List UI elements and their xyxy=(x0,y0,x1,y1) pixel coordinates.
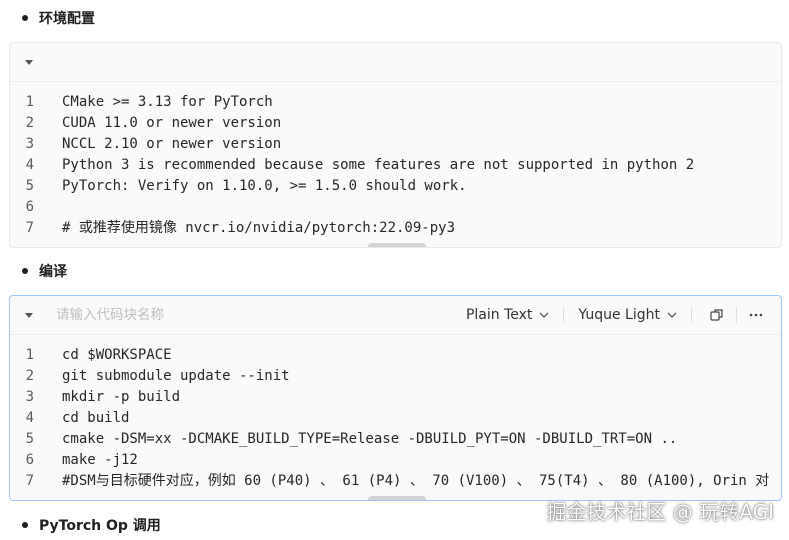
section-heading-build: 编译 xyxy=(22,259,67,283)
line-number: 5 xyxy=(25,431,34,447)
caret-down-icon[interactable] xyxy=(14,43,44,81)
code-text: mkdir -p build xyxy=(62,389,181,405)
code-text: CMake >= 3.13 for PyTorch xyxy=(62,94,273,110)
code-text: Python 3 is recommended because some fea… xyxy=(62,157,695,173)
section-heading-pytorch-op: PyTorch Op 调用 xyxy=(22,513,161,537)
bullet-icon xyxy=(22,522,28,528)
divider xyxy=(691,307,692,323)
chevron-down-icon xyxy=(667,312,677,318)
line-number: 5 xyxy=(25,178,34,194)
line-number: 1 xyxy=(25,94,34,110)
section-title: 环境配置 xyxy=(39,11,95,27)
divider xyxy=(736,307,737,323)
code-line: 2 CUDA 11.0 or newer version xyxy=(10,113,781,134)
code-block-env[interactable]: 1 CMake >= 3.13 for PyTorch 2 CUDA 11.0 or … xyxy=(9,42,782,248)
line-number: 3 xyxy=(25,389,34,405)
code-text: PyTorch: Verify on 1.10.0, >= 1.5.0 shou… xyxy=(62,178,467,194)
line-number: 3 xyxy=(25,136,34,152)
code-line: 6 make -j12 xyxy=(10,450,781,471)
section-title: PyTorch Op 调用 xyxy=(39,518,161,534)
code-body[interactable]: 1 CMake >= 3.13 for PyTorch 2 CUDA 11.0 or … xyxy=(10,82,781,239)
line-number: 4 xyxy=(25,157,34,173)
copy-icon[interactable] xyxy=(704,302,730,328)
code-text: git submodule update --init xyxy=(62,368,290,384)
line-number: 7 xyxy=(25,220,34,236)
section-title: 编译 xyxy=(39,264,67,280)
line-number: 6 xyxy=(25,452,34,468)
language-label: Plain Text xyxy=(465,307,533,323)
code-block-toolbar: Plain Text Yuque Light xyxy=(10,296,781,335)
divider xyxy=(563,307,565,323)
line-number: 6 xyxy=(25,199,34,215)
code-text: CUDA 11.0 or newer version xyxy=(62,115,282,131)
toolbar-actions: Plain Text Yuque Light xyxy=(460,296,781,334)
line-number: 7 xyxy=(25,473,34,489)
line-number: 2 xyxy=(25,115,34,131)
bullet-icon xyxy=(22,268,28,274)
code-block-name-input[interactable] xyxy=(56,307,296,323)
code-line: 7 # 或推荐使用镜像 nvcr.io/nvidia/pytorch:22.09-… xyxy=(10,218,781,239)
code-line: 5 PyTorch: Verify on 1.10.0, >= 1.5.0 sho… xyxy=(10,176,781,197)
code-line: 2 git submodule update --init xyxy=(10,366,781,387)
watermark-text: 掘金技术社区 @ 玩转AGI xyxy=(546,500,774,524)
section-heading-env: 环境配置 xyxy=(22,6,95,30)
code-line: 4 Python 3 is recommended because some fe… xyxy=(10,155,781,176)
language-select[interactable]: Plain Text xyxy=(460,296,555,334)
code-text: cd $WORKSPACE xyxy=(62,347,172,363)
more-dots-icon[interactable] xyxy=(743,302,769,328)
line-number: 1 xyxy=(25,347,34,363)
caret-down-icon[interactable] xyxy=(14,296,44,334)
code-body[interactable]: 1 cd $WORKSPACE 2 git submodule update --in… xyxy=(10,335,781,492)
code-block-build[interactable]: Plain Text Yuque Light 1 cd $WORKSPACE 2 gi… xyxy=(9,295,782,501)
code-text: # 或推荐使用镜像 nvcr.io/nvidia/pytorch:22.09-p… xyxy=(62,220,456,236)
code-block-toolbar xyxy=(10,43,781,82)
code-line: 5 cmake -DSM=xx -DCMAKE_BUILD_TYPE=Releas… xyxy=(10,429,781,450)
line-number: 2 xyxy=(25,368,34,384)
line-number: 4 xyxy=(25,410,34,426)
code-line: 7 #DSM与目标硬件对应，例如 60 (P40) 、 61 (P4) 、 70 … xyxy=(10,471,781,492)
code-line: 1 CMake >= 3.13 for PyTorch xyxy=(10,92,781,113)
chevron-down-icon xyxy=(539,312,549,318)
theme-select[interactable]: Yuque Light xyxy=(572,296,683,334)
code-line: 3 mkdir -p build xyxy=(10,387,781,408)
code-line: 1 cd $WORKSPACE xyxy=(10,345,781,366)
code-line: 4 cd build xyxy=(10,408,781,429)
code-text: cmake -DSM=xx -DCMAKE_BUILD_TYPE=Release… xyxy=(62,431,678,447)
code-text: cd build xyxy=(62,410,130,426)
theme-label: Yuque Light xyxy=(578,307,660,323)
code-text: make -j12 xyxy=(62,452,138,468)
horizontal-scrollbar[interactable] xyxy=(368,496,426,500)
bullet-icon xyxy=(22,15,28,21)
code-text: NCCL 2.10 or newer version xyxy=(62,136,282,152)
horizontal-scrollbar[interactable] xyxy=(368,243,426,247)
code-text: #DSM与目标硬件对应，例如 60 (P40) 、 61 (P4) 、 70 (… xyxy=(62,473,770,489)
code-line: 3 NCCL 2.10 or newer version xyxy=(10,134,781,155)
code-line: 6 xyxy=(10,197,781,218)
